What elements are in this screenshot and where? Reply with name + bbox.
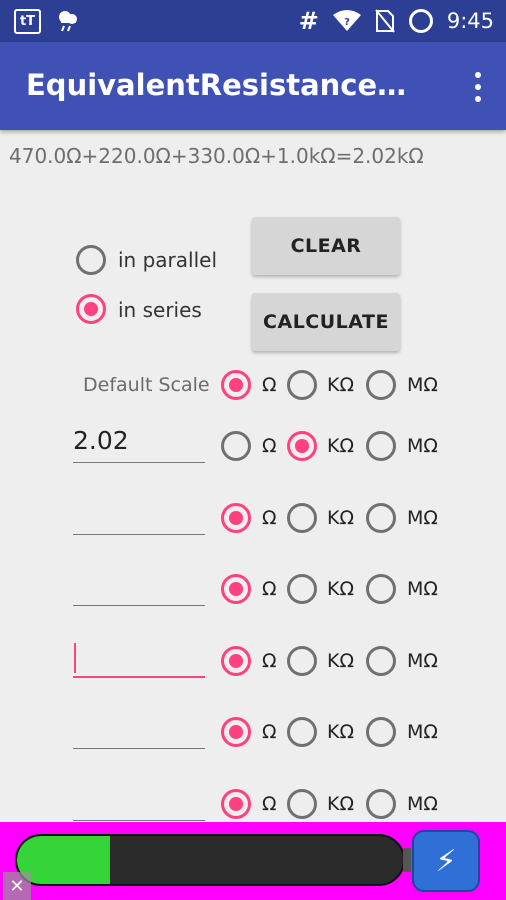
weather-icon <box>59 11 77 32</box>
resistor-input-5[interactable] <box>73 709 205 749</box>
series-radio[interactable] <box>76 294 106 324</box>
app-title: EquivalentResistanceCalculator <box>26 68 426 102</box>
row-2-kilohm-radio[interactable] <box>287 503 317 533</box>
text-cursor <box>74 643 76 673</box>
row-6-kilohm-label[interactable]: KΩ <box>327 793 354 815</box>
default-scale-ohm-label[interactable]: Ω <box>262 374 277 396</box>
resistor-input-1[interactable]: 2.02 <box>73 423 205 463</box>
row-6-ohm-label[interactable]: Ω <box>262 793 277 815</box>
ad-banner[interactable]: ⚡ <box>0 822 506 900</box>
series-label[interactable]: in series <box>118 298 202 322</box>
hash-icon: # <box>298 7 319 35</box>
status-bar-left: tT <box>14 8 81 34</box>
row-5-ohm-label[interactable]: Ω <box>262 721 277 743</box>
default-scale-ohm-radio[interactable] <box>221 370 251 400</box>
ad-battery-graphic[interactable] <box>15 834 405 886</box>
tt-app-icon: tT <box>14 8 41 34</box>
status-time: 9:45 <box>446 9 494 33</box>
row-2-megohm-label[interactable]: MΩ <box>407 507 438 529</box>
ad-battery-tip <box>403 848 411 872</box>
resistor-input-3[interactable] <box>73 566 205 606</box>
default-scale-kilohm-radio[interactable] <box>287 370 317 400</box>
row-2-kilohm-label[interactable]: KΩ <box>327 507 354 529</box>
row-2-megohm-radio[interactable] <box>366 503 396 533</box>
row-3-ohm-label[interactable]: Ω <box>262 578 277 600</box>
row-5-kilohm-label[interactable]: KΩ <box>327 721 354 743</box>
wifi-icon: ? <box>332 10 361 31</box>
row-2-ohm-radio[interactable] <box>221 503 251 533</box>
parallel-radio[interactable] <box>76 245 106 275</box>
svg-text:?: ? <box>344 17 350 28</box>
parallel-label[interactable]: in parallel <box>118 248 217 272</box>
row-6-ohm-radio[interactable] <box>221 789 251 819</box>
row-4-ohm-label[interactable]: Ω <box>262 650 277 672</box>
row-5-kilohm-radio[interactable] <box>287 717 317 747</box>
row-3-kilohm-label[interactable]: KΩ <box>327 578 354 600</box>
default-scale-kilohm-label[interactable]: KΩ <box>327 374 354 396</box>
row-3-kilohm-radio[interactable] <box>287 574 317 604</box>
battery-saver-icon <box>408 9 433 33</box>
resistor-input-2[interactable] <box>73 495 205 535</box>
row-4-megohm-label[interactable]: MΩ <box>407 650 438 672</box>
status-bar-right: # ? 9:45 <box>299 7 494 35</box>
row-4-megohm-radio[interactable] <box>366 646 396 676</box>
row-5-megohm-label[interactable]: MΩ <box>407 721 438 743</box>
row-3-megohm-radio[interactable] <box>366 574 396 604</box>
row-1-ohm-radio[interactable] <box>221 431 251 461</box>
resistor-input-6[interactable] <box>73 781 205 821</box>
row-5-ohm-radio[interactable] <box>221 717 251 747</box>
default-scale-megohm-radio[interactable] <box>366 370 396 400</box>
row-4-kilohm-radio[interactable] <box>287 646 317 676</box>
battery-lightning-icon[interactable]: ⚡ <box>412 830 480 892</box>
row-1-kilohm-label[interactable]: KΩ <box>327 435 354 457</box>
clear-button[interactable]: CLEAR <box>252 217 400 275</box>
row-6-kilohm-radio[interactable] <box>287 789 317 819</box>
row-4-kilohm-label[interactable]: KΩ <box>327 650 354 672</box>
result-text: 470.0Ω+220.0Ω+330.0Ω+1.0kΩ=2.02kΩ <box>9 144 424 168</box>
resistor-input-4[interactable] <box>73 638 205 678</box>
overflow-menu-icon[interactable] <box>474 72 482 102</box>
row-1-megohm-label[interactable]: MΩ <box>407 435 438 457</box>
no-sim-icon <box>375 9 395 33</box>
row-3-ohm-radio[interactable] <box>221 574 251 604</box>
row-6-megohm-label[interactable]: MΩ <box>407 793 438 815</box>
ad-close-icon[interactable]: ✕ <box>3 872 31 900</box>
row-1-megohm-radio[interactable] <box>366 431 396 461</box>
row-5-megohm-radio[interactable] <box>366 717 396 747</box>
default-scale-megohm-label[interactable]: MΩ <box>407 374 438 396</box>
default-scale-label: Default Scale <box>83 374 210 396</box>
row-2-ohm-label[interactable]: Ω <box>262 507 277 529</box>
row-3-megohm-label[interactable]: MΩ <box>407 578 438 600</box>
row-1-kilohm-radio[interactable] <box>287 431 317 461</box>
calculate-button[interactable]: CALCULATE <box>252 293 400 351</box>
row-6-megohm-radio[interactable] <box>366 789 396 819</box>
app-bar: EquivalentResistanceCalculator <box>0 42 506 130</box>
status-bar: tT # ? 9:45 <box>0 0 506 42</box>
row-4-ohm-radio[interactable] <box>221 646 251 676</box>
row-1-ohm-label[interactable]: Ω <box>262 435 277 457</box>
